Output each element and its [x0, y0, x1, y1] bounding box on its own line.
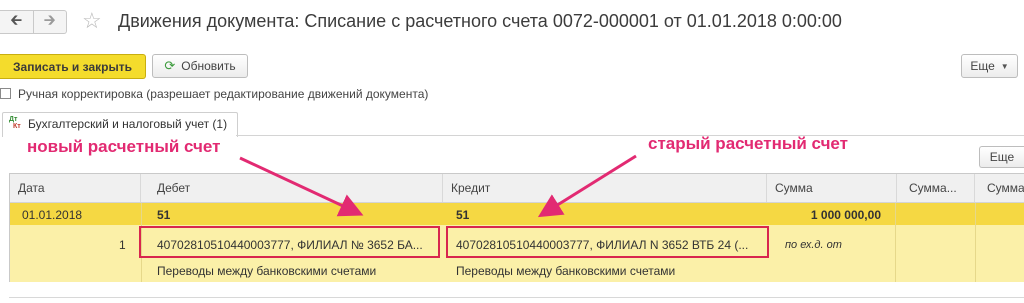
annotation-arrows [239, 154, 637, 218]
arrow-to-new-account [239, 156, 364, 217]
arrow-to-old-account [537, 154, 637, 218]
horizontal-scrollbar[interactable] [0, 287, 1024, 303]
